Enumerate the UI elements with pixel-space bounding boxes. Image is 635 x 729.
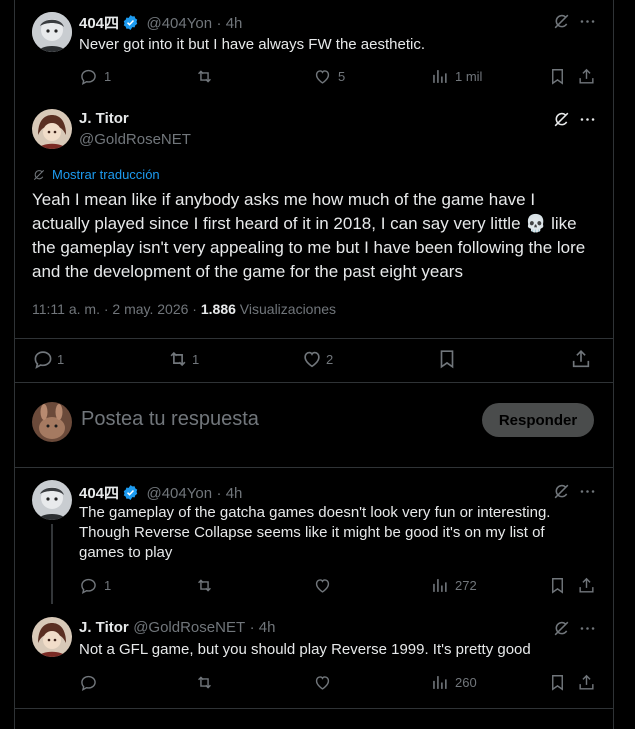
post-time[interactable]: 4h <box>226 485 243 502</box>
repost-action[interactable] <box>195 673 214 692</box>
like-action[interactable]: 5 <box>313 67 345 86</box>
views-action[interactable]: 272 <box>430 576 477 595</box>
main-post: J. Titor @GoldRoseNET Mostrar traducción… <box>15 100 613 390</box>
post-text: Not a GFL game, but you should play Reve… <box>79 641 531 658</box>
author-name[interactable]: 404四 <box>79 485 119 502</box>
repost-action[interactable] <box>195 67 214 86</box>
reply-icon <box>32 348 54 370</box>
reply-action[interactable]: 1 <box>79 67 111 86</box>
like-action[interactable] <box>313 673 332 692</box>
avatar-jtitor[interactable] <box>32 109 72 149</box>
grok-icon[interactable] <box>552 12 571 31</box>
like-action[interactable] <box>313 576 332 595</box>
repost-action[interactable]: 1 <box>167 348 199 370</box>
views-icon <box>430 67 449 86</box>
views-label: Visualizaciones <box>239 301 337 317</box>
bookmark-icon[interactable] <box>548 67 567 86</box>
author-handle[interactable]: @GoldRoseNET <box>133 619 245 636</box>
grok-icon[interactable] <box>552 110 571 129</box>
post-text: Never got into it but I have always FW t… <box>79 36 425 53</box>
reply-input[interactable]: Postea tu respuesta <box>81 408 259 431</box>
like-icon <box>313 576 332 595</box>
timeline-column: 404四 @404Yon · 4h Never got into it but … <box>14 0 614 729</box>
more-options-icon[interactable] <box>578 12 597 31</box>
reply-icon <box>79 576 98 595</box>
main-post-text: Yeah I mean like if anybody asks me how … <box>32 190 586 281</box>
reply-action[interactable]: 1 <box>79 576 111 595</box>
reply-post-jtitor[interactable]: J. Titor @GoldRoseNET · 4h Not a GFL gam… <box>15 608 613 708</box>
grok-icon[interactable] <box>552 619 571 638</box>
post-timestamp[interactable]: 11:11 a. m. · 2 may. 2026 · <box>32 301 197 317</box>
main-author-name[interactable]: J. Titor <box>79 110 129 127</box>
views-count: 1 mil <box>455 69 483 84</box>
post-text: The gameplay of the gatcha games doesn't… <box>79 504 551 561</box>
reply-icon <box>79 67 98 86</box>
like-count: 2 <box>326 351 334 367</box>
divider <box>15 708 613 709</box>
translate-label: Mostrar traducción <box>52 167 160 182</box>
like-action[interactable]: 2 <box>301 348 333 370</box>
post-time[interactable]: 4h <box>259 619 276 636</box>
repost-icon <box>195 576 214 595</box>
more-options-icon[interactable] <box>578 482 597 501</box>
author-name[interactable]: 404四 <box>79 15 119 32</box>
repost-action[interactable] <box>195 576 214 595</box>
current-user-avatar[interactable] <box>32 402 72 442</box>
repost-icon <box>195 673 214 692</box>
views-icon <box>430 576 449 595</box>
views-action[interactable]: 1 mil <box>430 67 482 86</box>
author-handle[interactable]: @404Yon <box>146 485 212 502</box>
divider <box>15 338 613 339</box>
verified-badge-icon <box>122 14 139 31</box>
author-handle[interactable]: @404Yon <box>146 15 212 32</box>
more-options-icon[interactable] <box>578 110 597 129</box>
verified-badge-icon <box>122 484 139 501</box>
author-name[interactable]: J. Titor <box>79 619 129 636</box>
views-action[interactable]: 260 <box>430 673 477 692</box>
avatar-404[interactable] <box>32 480 72 520</box>
share-icon[interactable] <box>570 348 592 370</box>
reply-button[interactable]: Responder <box>482 403 594 437</box>
reply-action[interactable] <box>79 673 98 692</box>
reply-count: 1 <box>57 351 65 367</box>
views-icon <box>430 673 449 692</box>
more-options-icon[interactable] <box>578 619 597 638</box>
bookmark-icon[interactable] <box>548 673 567 692</box>
repost-icon <box>195 67 214 86</box>
bookmark-icon[interactable] <box>436 348 458 370</box>
like-icon <box>313 67 332 86</box>
avatar-404[interactable] <box>32 12 72 52</box>
share-icon[interactable] <box>577 673 596 692</box>
reply-button-label: Responder <box>498 411 578 429</box>
reply-count: 1 <box>104 69 112 84</box>
like-icon <box>301 348 323 370</box>
views-count: 272 <box>455 578 477 593</box>
reply-action[interactable]: 1 <box>32 348 64 370</box>
bookmark-icon[interactable] <box>548 576 567 595</box>
reply-post-404[interactable]: 404四 @404Yon · 4h The gameplay of the ga… <box>15 468 613 608</box>
divider <box>15 382 613 383</box>
like-count: 5 <box>338 69 346 84</box>
thread-line <box>51 524 53 604</box>
post-meta: 11:11 a. m. · 2 may. 2026 · 1.886 Visual… <box>32 301 336 317</box>
repost-icon <box>167 348 189 370</box>
reply-icon <box>79 673 98 692</box>
share-icon[interactable] <box>577 576 596 595</box>
translate-link[interactable]: Mostrar traducción <box>32 167 160 182</box>
grok-icon[interactable] <box>552 482 571 501</box>
avatar-jtitor[interactable] <box>32 617 72 657</box>
views-count: 260 <box>455 675 477 690</box>
like-icon <box>313 673 332 692</box>
views-count: 1.886 <box>200 301 236 317</box>
repost-count: 1 <box>192 351 200 367</box>
share-icon[interactable] <box>577 67 596 86</box>
reply-count: 1 <box>104 578 112 593</box>
post-time[interactable]: 4h <box>226 15 243 32</box>
main-author-handle[interactable]: @GoldRoseNET <box>79 131 191 148</box>
translate-icon <box>32 168 46 182</box>
post-404-1[interactable]: 404四 @404Yon · 4h Never got into it but … <box>15 0 613 94</box>
